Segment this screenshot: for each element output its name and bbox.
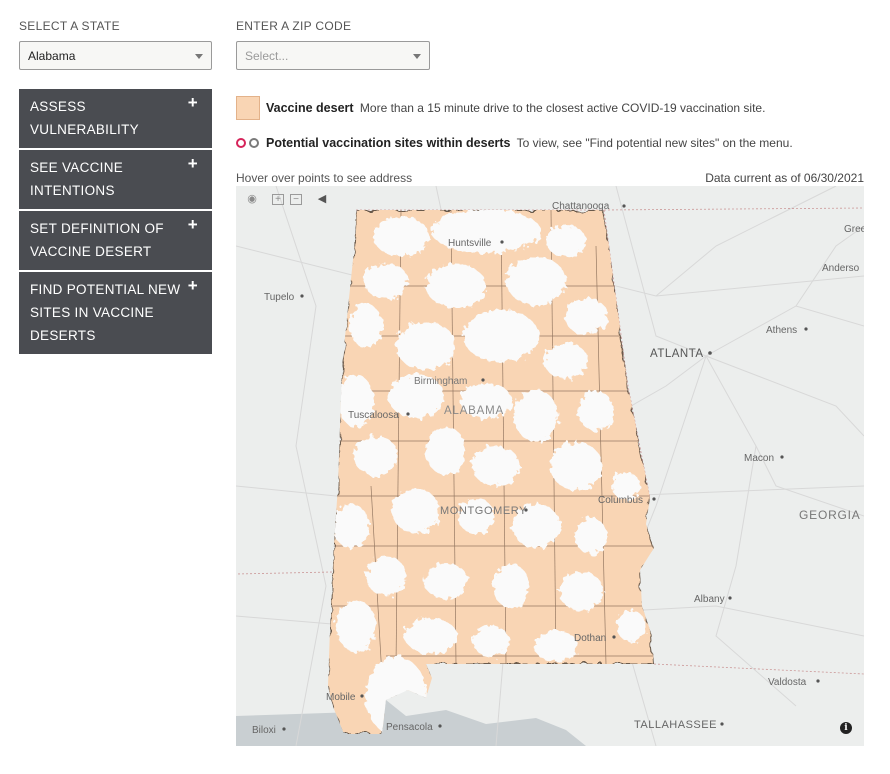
label-georgia: GEORGIA [799, 508, 861, 522]
zip-select-label: ENTER A ZIP CODE [236, 19, 352, 33]
label-chattanooga: Chattanooga [552, 201, 610, 212]
vaccine-desert-title: Vaccine desert [266, 101, 354, 115]
hover-hint: Hover over points to see address [236, 171, 413, 185]
vaccine-desert-map[interactable]: Chattanooga Huntsville Gree Anderso Tupe… [236, 186, 864, 746]
sidebar-menu: ASSESS VULNERABILITY + SEE VACCINE INTEN… [19, 89, 212, 356]
potential-sites-title: Potential vaccination sites within deser… [266, 136, 511, 150]
potential-site-marker-icon [236, 138, 246, 148]
menu-assess-vulnerability[interactable]: ASSESS VULNERABILITY + [19, 89, 212, 148]
menu-item-label: FIND POTENTIAL NEW SITES IN VACCINE DESE… [30, 282, 181, 343]
menu-item-label: ASSESS VULNERABILITY [30, 99, 139, 137]
reset-icon[interactable]: ◀ [316, 194, 328, 205]
label-pensacola: Pensacola [386, 722, 433, 733]
plus-icon[interactable]: + [188, 215, 198, 235]
potential-sites-description: To view, see "Find potential new sites" … [516, 136, 793, 150]
menu-set-definition[interactable]: SET DEFINITION OF VACCINE DESERT + [19, 211, 212, 270]
site-marker-icon [249, 138, 259, 148]
menu-item-label: SET DEFINITION OF VACCINE DESERT [30, 221, 164, 259]
state-select[interactable]: Alabama [19, 41, 212, 70]
zip-select[interactable]: Select... [236, 41, 430, 70]
info-icon[interactable]: i [840, 722, 852, 734]
chevron-down-icon [195, 54, 203, 59]
chevron-down-icon [413, 54, 421, 59]
label-mobile: Mobile [326, 692, 356, 703]
menu-see-vaccine-intentions[interactable]: SEE VACCINE INTENTIONS + [19, 150, 212, 209]
zoom-in-icon[interactable]: + [272, 194, 284, 205]
plus-icon[interactable]: + [188, 93, 198, 113]
label-albany: Albany [694, 594, 725, 605]
label-macon: Macon [744, 453, 774, 464]
menu-item-label: SEE VACCINE INTENTIONS [30, 160, 124, 198]
vaccine-desert-swatch [236, 96, 260, 120]
vaccine-desert-description: More than a 15 minute drive to the close… [359, 101, 766, 115]
zip-select-placeholder: Select... [245, 49, 289, 63]
label-huntsville: Huntsville [448, 238, 492, 249]
label-anderson: Anderso [822, 263, 860, 274]
label-alabama: ALABAMA [444, 405, 504, 417]
state-select-value: Alabama [28, 49, 76, 63]
plus-icon[interactable]: + [188, 276, 198, 296]
label-gree: Gree [844, 224, 864, 235]
menu-find-potential-sites[interactable]: FIND POTENTIAL NEW SITES IN VACCINE DESE… [19, 272, 212, 354]
vaccine-desert-legend: Vaccine desert More than a 15 minute dri… [266, 101, 765, 115]
label-atlanta: ATLANTA [650, 348, 704, 360]
plus-icon[interactable]: + [188, 154, 198, 174]
state-select-label: SELECT A STATE [19, 19, 120, 33]
label-tallahassee: TALLAHASSEE [634, 719, 717, 731]
potential-sites-legend: Potential vaccination sites within deser… [266, 136, 793, 150]
label-tuscaloosa: Tuscaloosa [348, 410, 399, 421]
map-canvas[interactable]: Chattanooga Huntsville Gree Anderso Tupe… [236, 186, 864, 746]
label-tupelo: Tupelo [264, 292, 295, 303]
camera-icon[interactable]: ◉ [246, 194, 258, 205]
label-dothan: Dothan [574, 633, 606, 644]
data-current-date: Data current as of 06/30/2021 [705, 171, 864, 185]
alabama-deserts[interactable] [328, 209, 656, 746]
label-columbus: Columbus [598, 495, 643, 506]
label-montgomery: MONTGOMERY [440, 505, 527, 517]
label-valdosta: Valdosta [768, 677, 807, 688]
label-birmingham: Birmingham [414, 376, 467, 387]
label-biloxi: Biloxi [252, 725, 276, 736]
zoom-out-icon[interactable]: − [290, 194, 302, 205]
label-athens: Athens [766, 325, 797, 336]
